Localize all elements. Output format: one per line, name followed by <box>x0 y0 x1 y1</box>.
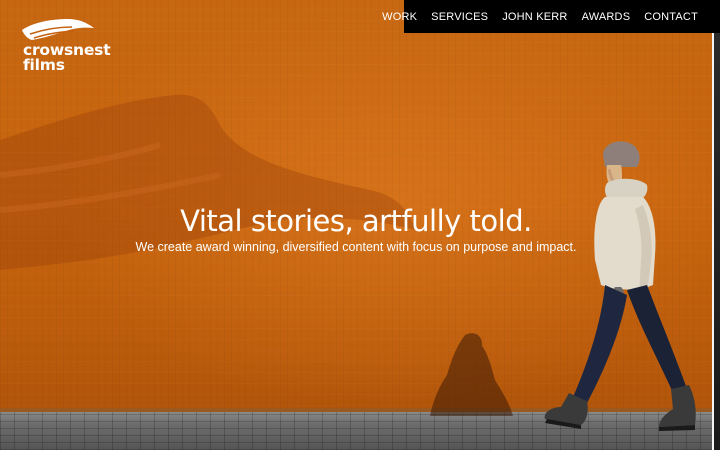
logo-text: crowsnest films <box>23 42 111 74</box>
hero-headline: Vital stories, artfully told. <box>180 204 532 238</box>
nav-item-work[interactable]: WORK <box>382 11 417 23</box>
main-navigation: WORK SERVICES JOHN KERR AWARDS CONTACT <box>382 0 720 33</box>
nav-item-john-kerr[interactable]: JOHN KERR <box>502 11 567 23</box>
walking-person-image <box>544 141 696 431</box>
logo-line-2: films <box>23 56 65 74</box>
nav-item-awards[interactable]: AWARDS <box>582 11 631 23</box>
nav-item-contact[interactable]: CONTACT <box>644 11 698 23</box>
hero-subheadline: We create award winning, diversified con… <box>135 240 577 254</box>
crow-wing-icon <box>22 19 94 40</box>
site-logo[interactable]: crowsnest films <box>22 18 132 80</box>
scrollbar-track[interactable] <box>714 30 720 450</box>
nav-item-services[interactable]: SERVICES <box>431 11 488 23</box>
hero-page: crowsnest films WORK SERVICES JOHN KERR … <box>0 0 720 450</box>
shadow-figure <box>430 333 513 416</box>
